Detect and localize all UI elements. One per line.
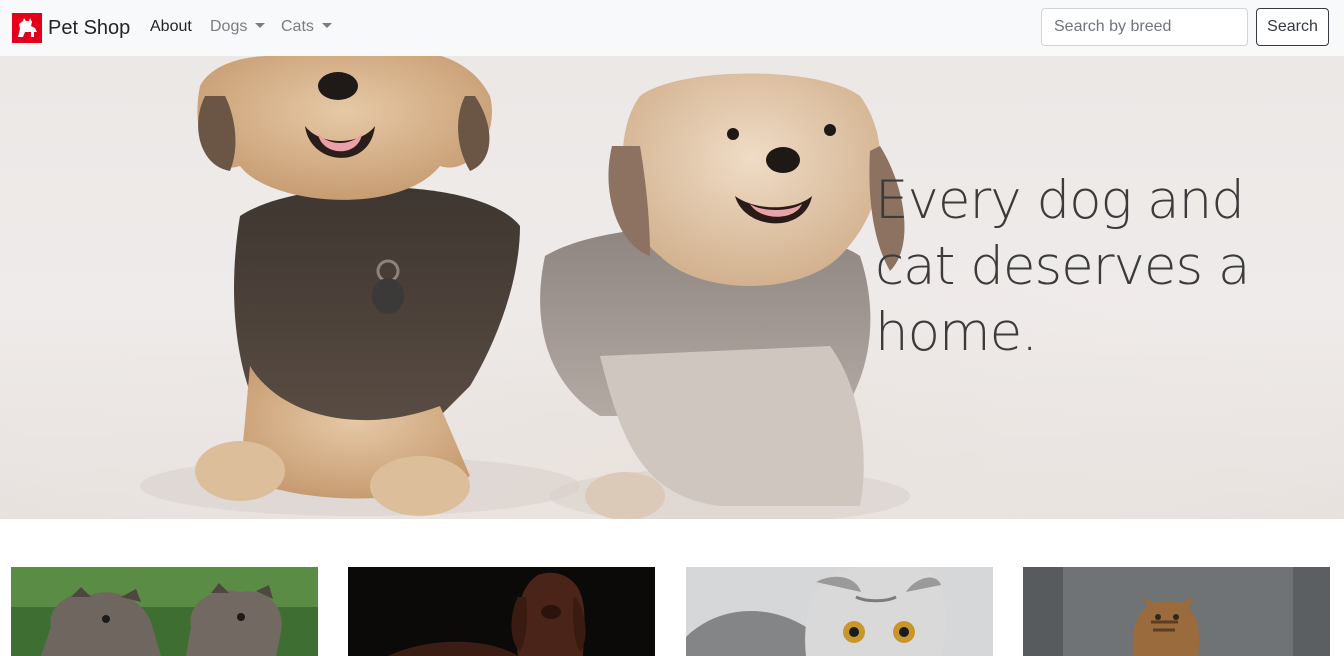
search-input[interactable] xyxy=(1041,8,1248,46)
brand-name: Pet Shop xyxy=(48,17,131,39)
schnauzer-dogs-on-grass-photo xyxy=(11,567,318,656)
pet-card-1[interactable] xyxy=(11,567,318,656)
hero-banner: Every dog and cat deserves a home. xyxy=(0,56,1344,519)
nav-cats-dropdown[interactable]: Cats xyxy=(281,17,332,37)
pet-card-4[interactable] xyxy=(1023,567,1330,656)
nav-cats-label: Cats xyxy=(281,18,314,35)
caret-down-icon xyxy=(321,23,332,28)
search-button[interactable]: Search xyxy=(1256,8,1329,46)
navbar: Pet Shop About Dogs Cats Search xyxy=(0,0,1344,56)
caret-down-icon xyxy=(255,23,266,28)
brown-dog-dark-background-photo xyxy=(348,567,655,656)
nav-about-link[interactable]: About xyxy=(150,17,192,37)
scottish-fold-cat-photo xyxy=(686,567,993,656)
dog-logo-icon xyxy=(12,13,42,43)
brand-link[interactable]: Pet Shop xyxy=(12,12,130,44)
pet-card-2[interactable] xyxy=(348,567,655,656)
pet-card-3[interactable] xyxy=(686,567,993,656)
tabby-cat-photo xyxy=(1023,567,1330,656)
nav-dogs-dropdown[interactable]: Dogs xyxy=(210,17,266,37)
nav-dogs-label: Dogs xyxy=(210,18,248,35)
hero-headline: Every dog and cat deserves a home. xyxy=(875,170,1250,363)
